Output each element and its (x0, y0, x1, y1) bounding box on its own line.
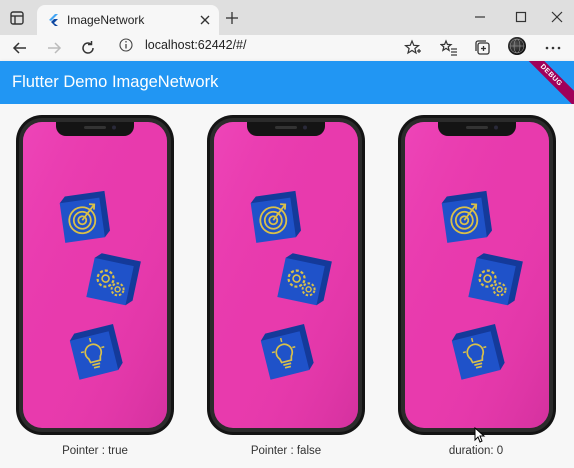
close-tab-icon[interactable] (199, 14, 211, 26)
back-arrow-icon[interactable] (11, 39, 29, 57)
phone-caption-3: duration: 0 (448, 445, 504, 457)
url-text[interactable]: localhost:62442/#/ (145, 38, 246, 52)
browser-tab-strip: ImageNetwork (0, 0, 574, 35)
browser-tab[interactable]: ImageNetwork (37, 5, 219, 35)
collections-icon[interactable] (474, 39, 492, 57)
target-icon (250, 190, 301, 243)
flutter-favicon-icon (49, 14, 58, 26)
phone-image-3[interactable] (398, 115, 556, 435)
tab-actions-icon[interactable] (9, 10, 25, 26)
address-bar[interactable]: localhost:62442/#/ (113, 34, 433, 56)
app-body: Pointer : true Pointer : false duration:… (0, 104, 574, 468)
debug-banner: DEBUG (518, 61, 574, 104)
phone-caption-2: Pointer : false (250, 445, 322, 457)
site-info-icon[interactable] (119, 38, 133, 52)
favorites-list-icon[interactable] (440, 39, 458, 57)
browser-toolbar: localhost:62442/#/ (0, 35, 574, 61)
new-tab-plus-icon[interactable] (226, 12, 238, 24)
more-menu-icon[interactable] (544, 39, 562, 57)
gears-icon (277, 253, 332, 306)
phone-image-1[interactable] (16, 115, 174, 435)
favorite-star-icon[interactable] (404, 39, 422, 57)
gears-icon (468, 253, 523, 306)
refresh-icon[interactable] (79, 39, 97, 57)
profile-avatar[interactable] (508, 37, 526, 55)
target-icon (59, 190, 110, 243)
target-icon (441, 190, 492, 243)
close-window-icon[interactable] (550, 10, 564, 24)
app-bar: Flutter Demo ImageNetwork DEBUG (0, 61, 574, 104)
maximize-icon[interactable] (514, 10, 528, 24)
tab-title: ImageNetwork (67, 13, 145, 27)
phone-image-2[interactable] (207, 115, 365, 435)
page-title: Flutter Demo ImageNetwork (12, 73, 219, 91)
phone-caption-1: Pointer : true (62, 445, 128, 457)
minimize-icon[interactable] (473, 10, 487, 24)
gears-icon (86, 253, 141, 306)
mouse-pointer-icon (474, 427, 486, 443)
profile-globe-icon (509, 38, 525, 54)
forward-arrow-icon[interactable] (45, 39, 63, 57)
